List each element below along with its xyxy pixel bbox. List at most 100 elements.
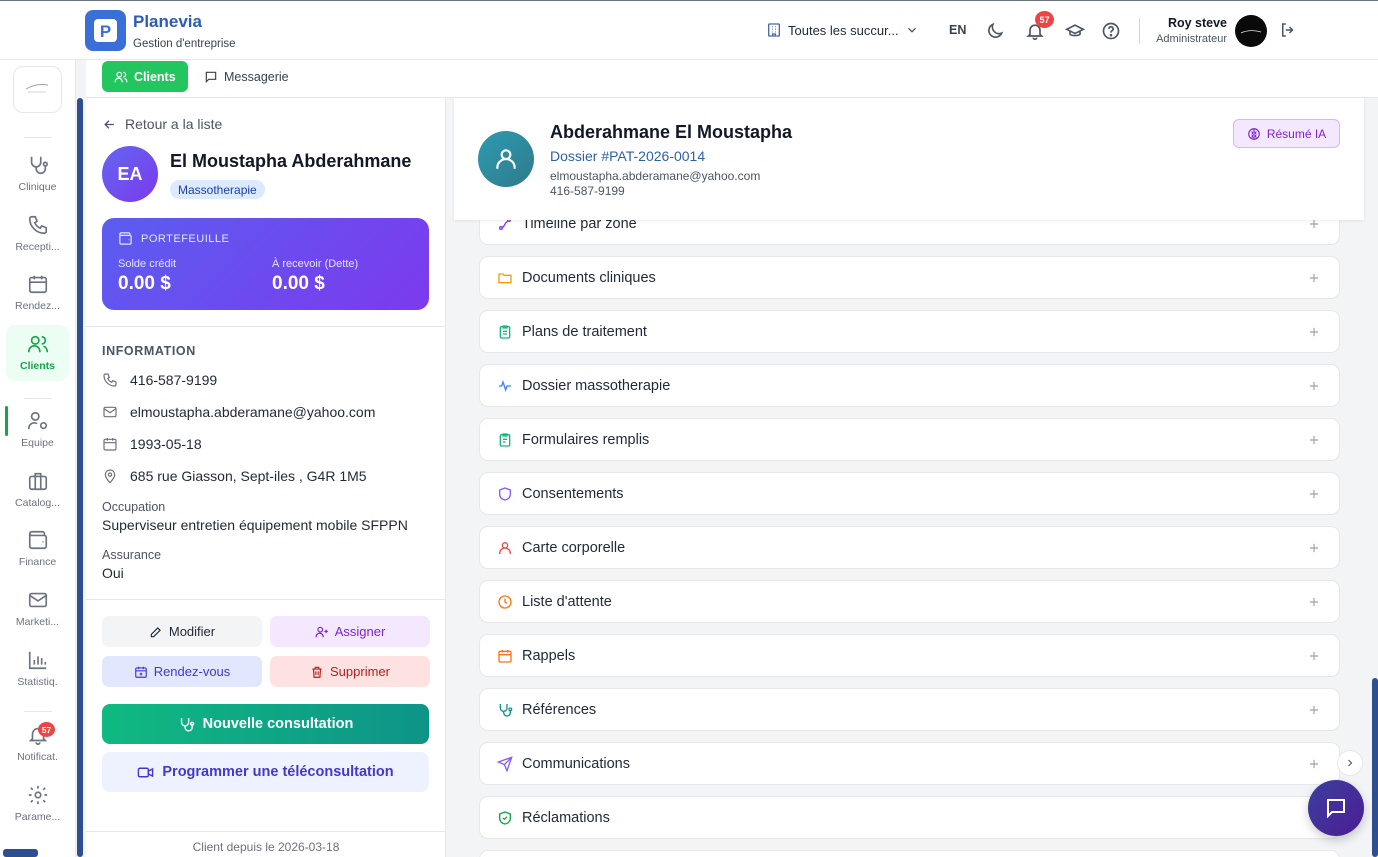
tab-messagerie[interactable]: Messagerie: [192, 61, 301, 92]
rail-label: Equipe: [21, 437, 54, 449]
top-header: P Planevia Gestion d'entreprise Toutes l…: [0, 0, 1378, 60]
rail-item-statistiques[interactable]: Statistiq.: [6, 641, 69, 697]
wallet-icon: [28, 530, 47, 550]
wallet-title-text: PORTEFEUILLE: [141, 232, 230, 245]
moon-icon[interactable]: [985, 21, 1005, 41]
edit-button[interactable]: Modifier: [102, 616, 262, 647]
address-value: 685 rue Giasson, Sept-iles , G4R 1M5: [130, 468, 367, 484]
logout-icon[interactable]: [1279, 21, 1299, 41]
right-scrollbar[interactable]: [1372, 678, 1378, 857]
chat-icon: [1327, 799, 1345, 819]
mail-icon: [103, 406, 117, 418]
section-row-documents-cliniques[interactable]: Documents cliniques: [479, 256, 1340, 299]
app-logo[interactable]: P: [85, 10, 126, 51]
delete-label: Supprimer: [330, 664, 390, 679]
section-row-rappels[interactable]: Rappels: [479, 634, 1340, 677]
client-since: Client depuis le 2026-03-18: [192, 840, 340, 854]
plus-icon[interactable]: [1307, 649, 1321, 663]
rail-item-finance[interactable]: Finance: [6, 521, 69, 577]
plus-icon[interactable]: [1307, 325, 1321, 339]
rail-label: Parame...: [14, 811, 61, 823]
plus-icon[interactable]: [1307, 757, 1321, 771]
appointment-button[interactable]: Rendez-vous: [102, 656, 262, 687]
back-to-list-link[interactable]: Retour a la liste: [102, 116, 222, 132]
clinic-logo[interactable]: [13, 66, 62, 113]
plus-icon[interactable]: [1307, 433, 1321, 447]
occupation-value: Superviseur entretien équipement mobile …: [102, 517, 408, 533]
user-role: Administrateur: [1156, 33, 1227, 45]
stethoscope-icon: [180, 717, 194, 732]
rail-item-notifications[interactable]: Notificat.: [6, 716, 69, 772]
expand-panel-button[interactable]: [1337, 750, 1363, 776]
chevron-right-icon: [1348, 759, 1353, 767]
section-row-r-clamations[interactable]: Réclamations: [479, 796, 1340, 839]
ai-summary-button[interactable]: Résumé IA: [1233, 119, 1340, 148]
rail-item-clinique[interactable]: Clinique: [6, 146, 69, 202]
patient-initials-avatar: EA: [102, 146, 158, 202]
shield-icon: [499, 487, 511, 501]
new-consultation-button[interactable]: Nouvelle consultation: [102, 704, 429, 744]
map-pin-icon: [104, 469, 116, 484]
plus-icon[interactable]: [1307, 271, 1321, 285]
folder-icon: [498, 273, 512, 284]
delete-button[interactable]: Supprimer: [270, 656, 430, 687]
rail-divider: [24, 711, 52, 712]
email-row[interactable]: elmoustapha.abderamane@yahoo.com: [102, 404, 375, 420]
section-title: Carte corporelle: [522, 540, 626, 556]
section-row-partial[interactable]: [479, 850, 1340, 857]
assign-button[interactable]: Assigner: [270, 616, 430, 647]
teleconsultation-button[interactable]: Programmer une téléconsultation: [102, 752, 429, 792]
send-icon: [497, 756, 513, 772]
rail-item-parametres[interactable]: Parame...: [6, 776, 69, 832]
section-divider: [86, 831, 446, 832]
rail-item-clients[interactable]: Clients: [6, 325, 69, 381]
rail-item-reception[interactable]: Recepti...: [6, 206, 69, 262]
building-icon: [768, 23, 780, 37]
rail-label: Clients: [19, 360, 55, 372]
branch-label: Toutes les succur...: [788, 22, 899, 38]
chat-button[interactable]: [1308, 780, 1364, 836]
rail-item-catalogue[interactable]: Catalog...: [6, 462, 69, 518]
rail-label: Clinique: [18, 181, 57, 193]
plus-icon[interactable]: [1307, 595, 1321, 609]
graduation-cap-icon[interactable]: [1065, 21, 1085, 41]
tab-clients[interactable]: Clients: [102, 61, 188, 92]
section-row-consentements[interactable]: Consentements: [479, 472, 1340, 515]
section-row-plans-de-traitement[interactable]: Plans de traitement: [479, 310, 1340, 353]
section-row-dossier-massotherapie[interactable]: Dossier massotherapie: [479, 364, 1340, 407]
section-row-formulaires-remplis[interactable]: Formulaires remplis: [479, 418, 1340, 461]
stethoscope-icon: [499, 704, 513, 717]
navigation-rail: Clinique Recepti... Rendez... Clients Eq…: [0, 60, 76, 857]
section-row-liste-d-attente[interactable]: Liste d'attente: [479, 580, 1340, 623]
section-title: Formulaires remplis: [522, 432, 650, 448]
rail-item-marketing[interactable]: Marketi...: [6, 581, 69, 637]
branch-selector[interactable]: Toutes les succur...: [766, 22, 919, 38]
notification-badge: 57: [1035, 11, 1054, 28]
plus-icon[interactable]: [1307, 703, 1321, 717]
rail-scroll-indicator[interactable]: [3, 849, 38, 857]
section-row-carte-corporelle[interactable]: Carte corporelle: [479, 526, 1340, 569]
rail-item-rendez-vous[interactable]: Rendez...: [6, 265, 69, 321]
trash-icon: [312, 666, 322, 678]
plus-icon[interactable]: [1307, 541, 1321, 555]
occupation-label: Occupation: [102, 500, 166, 514]
left-scrollbar[interactable]: [77, 98, 83, 857]
section-title: Réclamations: [522, 810, 610, 826]
users-icon: [27, 335, 48, 353]
calendar-plus-icon: [134, 666, 147, 678]
pencil-icon: [150, 626, 161, 637]
users-icon: [114, 71, 128, 82]
plus-icon[interactable]: [1307, 487, 1321, 501]
plus-icon[interactable]: [1307, 379, 1321, 393]
rail-item-equipe[interactable]: Equipe: [6, 402, 69, 458]
rail-notification-badge: 57: [38, 722, 55, 737]
section-title: Liste d'attente: [522, 594, 612, 610]
section-row-r-f-rences[interactable]: Références: [479, 688, 1340, 731]
help-icon[interactable]: [1101, 21, 1121, 41]
phone-row[interactable]: 416-587-9199: [102, 372, 217, 388]
message-icon: [205, 71, 217, 83]
language-toggle[interactable]: EN: [949, 23, 966, 37]
user-avatar[interactable]: [1235, 15, 1267, 47]
phone-value: 416-587-9199: [130, 372, 218, 388]
section-row-communications[interactable]: Communications: [479, 742, 1340, 785]
